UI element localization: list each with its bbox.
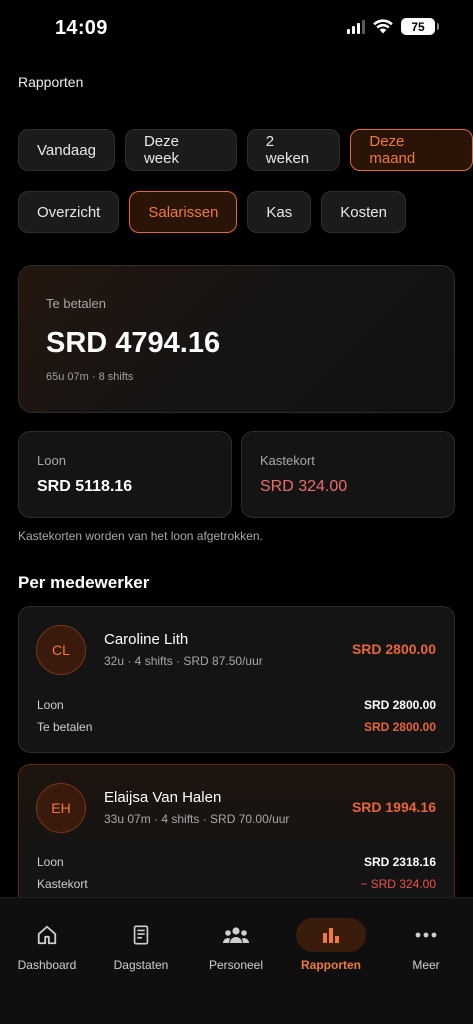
tab-overzicht[interactable]: Overzicht (18, 191, 120, 233)
employee-row-label: Te betalen (37, 720, 93, 734)
employee-row-value: SRD 2800.00 (363, 698, 436, 712)
nav-label: Dagstaten (113, 958, 169, 972)
employee-row-value: − SRD 324.00 (360, 877, 436, 891)
summary-amount: SRD 4794.16 (46, 327, 221, 359)
summary-label: Te betalen (46, 296, 106, 311)
cellular-signal-icon (347, 19, 365, 34)
loon-value: SRD 5118.16 (37, 478, 133, 495)
tab-salarissen[interactable]: Salarissen (129, 191, 238, 233)
employee-total: SRD 1994.16 (351, 799, 436, 815)
employee-row-label: Loon (37, 698, 64, 712)
section-title: Per medewerker (18, 573, 150, 592)
nav-label: Rapporten (301, 958, 361, 972)
filter-deze-maand[interactable]: Deze maand (350, 129, 473, 171)
receipt-icon (106, 918, 176, 952)
avatar: CL (36, 625, 86, 675)
kastekort-value: SRD 324.00 (260, 478, 348, 495)
nav-label: Personeel (208, 958, 264, 972)
home-icon (12, 918, 82, 952)
nav-label: Meer (412, 958, 440, 972)
kastekort-label: Kastekort (260, 453, 315, 468)
nav-rapporten[interactable]: Rapporten (284, 898, 378, 988)
kastekort-card: Kastekort SRD 324.00 (241, 431, 455, 518)
nav-personeel[interactable]: Personeel (189, 898, 283, 988)
filter-vandaag[interactable]: Vandaag (18, 129, 115, 171)
bottom-nav: Dashboard Dagstaten Personeel Rapporten … (0, 897, 473, 1024)
summary-subtext: 65u 07m · 8 shifts (46, 371, 134, 383)
more-icon (391, 918, 461, 952)
nav-dashboard[interactable]: Dashboard (0, 898, 94, 988)
status-time: 14:09 (55, 17, 108, 39)
nav-dagstaten[interactable]: Dagstaten (94, 898, 188, 988)
deduction-note: Kastekorten worden van het loon afgetrok… (18, 529, 263, 543)
loon-card: Loon SRD 5118.16 (18, 431, 232, 518)
nav-meer[interactable]: Meer (379, 898, 473, 988)
employee-total: SRD 2800.00 (351, 641, 436, 657)
page-title: Rapporten (18, 74, 84, 90)
employee-row-value: SRD 2800.00 (363, 720, 436, 734)
tab-kosten[interactable]: Kosten (321, 191, 406, 233)
filter-deze-week[interactable]: Deze week (124, 129, 237, 171)
people-icon (201, 918, 271, 952)
employee-name: Elaijsa Van Halen (104, 789, 222, 806)
employee-meta: 32u · 4 shifts · SRD 87.50/uur (104, 654, 263, 668)
status-bar: 14:09 75 (0, 0, 473, 56)
loon-label: Loon (37, 453, 66, 468)
wifi-icon (373, 19, 393, 34)
report-tab-row: Overzicht Salarissen Kas Kosten (18, 191, 406, 233)
filter-2-weken[interactable]: 2 weken (246, 129, 341, 171)
status-icons: 75 (347, 18, 439, 35)
bar-chart-icon (296, 918, 366, 952)
employee-name: Caroline Lith (104, 631, 189, 648)
employee-row-label: Loon (37, 855, 64, 869)
employee-row-value: SRD 2318.16 (363, 855, 436, 869)
employee-card[interactable]: CL Caroline Lith 32u · 4 shifts · SRD 87… (18, 606, 455, 753)
employee-row-label: Kastekort (37, 877, 88, 891)
nav-label: Dashboard (17, 958, 77, 972)
summary-card: Te betalen SRD 4794.16 65u 07m · 8 shift… (18, 265, 455, 413)
employee-meta: 33u 07m · 4 shifts · SRD 70.00/uur (104, 812, 290, 826)
battery-icon: 75 (401, 18, 439, 35)
avatar: EH (36, 783, 86, 833)
period-filter-row: Vandaag Deze week 2 weken Deze maand (18, 129, 473, 171)
tab-kas[interactable]: Kas (247, 191, 312, 233)
